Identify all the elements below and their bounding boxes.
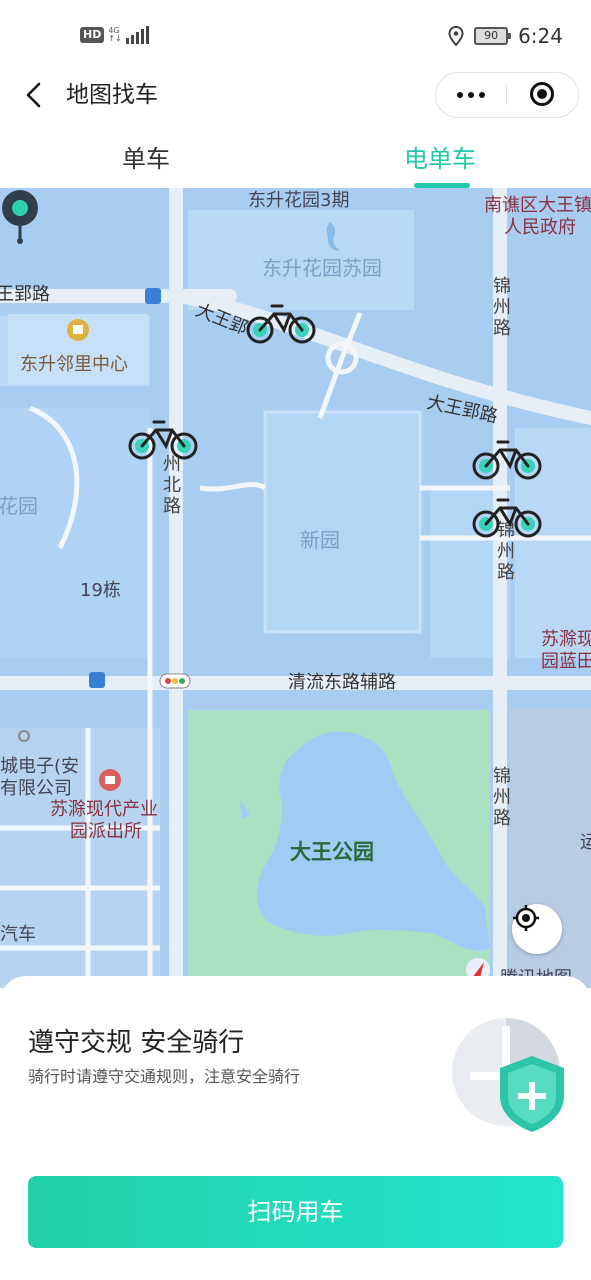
navigation-bar: 地图找车 xyxy=(0,72,591,120)
crosshair-icon xyxy=(513,905,539,931)
map-label-police-line1: 苏滁现代产业 xyxy=(50,799,158,820)
map-label-edge: 运 xyxy=(580,832,591,853)
page-title: 地图找车 xyxy=(66,82,158,108)
map-label-dongsheng-suyuan: 东升花园苏园 xyxy=(262,256,382,280)
bike-marker-icon[interactable] xyxy=(470,436,546,482)
map-label-small-park: 新园 xyxy=(300,528,340,552)
network-type: 4G ↑↓ xyxy=(108,26,122,43)
map-label-jinzhou-1: 锦州路 xyxy=(493,276,511,339)
network-status: HD 4G ↑↓ xyxy=(80,26,149,44)
status-bar: HD 4G ↑↓ 90 6:24 xyxy=(0,0,591,72)
tab-bike[interactable]: 单车 xyxy=(122,142,170,176)
tab-ebike[interactable]: 电单车 xyxy=(404,142,476,176)
mini-program-capsule xyxy=(435,72,579,118)
map-label-dawang-park: 大王公园 xyxy=(290,840,374,864)
map-label-building-19: 19栋 xyxy=(80,580,121,601)
map-label-jinzhou-north: 州北路 xyxy=(163,454,181,517)
location-icon xyxy=(448,26,464,46)
map-view[interactable]: 东升花园3期 东升花园苏园 南谯区大王镇 人民政府 王郢路 大王郢 大王郢路 东… xyxy=(0,188,591,988)
map-label-neighborhood-center: 东升邻里中心 xyxy=(20,354,128,375)
map-label-wangying-road: 王郢路 xyxy=(0,284,50,305)
hd-badge: HD xyxy=(80,27,105,43)
bike-marker-icon[interactable] xyxy=(126,416,202,462)
signal-icon xyxy=(125,26,149,44)
close-mini-program-icon[interactable] xyxy=(530,82,554,106)
safety-title: 遵守交规 安全骑行 xyxy=(28,1028,245,1058)
map-label-company-line2: 有限公司 xyxy=(0,778,72,799)
map-label-police-line2: 园派出所 xyxy=(70,821,142,842)
map-label-suchu-modern-2: 园蓝田 xyxy=(541,651,591,672)
safety-subtitle: 骑行时请遵守交通规则，注意安全骑行 xyxy=(28,1067,301,1086)
map-label-jinzhou-3: 锦州路 xyxy=(493,766,511,829)
back-arrow-icon[interactable] xyxy=(20,80,50,110)
locate-me-button[interactable] xyxy=(512,904,562,954)
map-label-suchu-modern: 苏滁现代 xyxy=(541,629,591,650)
battery-icon: 90 xyxy=(474,27,512,45)
map-label-qingliu-road: 清流东路辅路 xyxy=(288,672,396,693)
info-sheet: 遵守交规 安全骑行 骑行时请遵守交通规则，注意安全骑行 扫码用车 xyxy=(0,976,591,1280)
map-label-garden: 花园 xyxy=(0,494,38,518)
map-label-dongsheng-phase3: 东升花园3期 xyxy=(248,190,350,211)
more-options-icon[interactable] xyxy=(436,73,506,117)
location-pin-icon xyxy=(2,190,38,244)
map-label-gov-line2: 人民政府 xyxy=(504,217,576,238)
scan-to-ride-button[interactable]: 扫码用车 xyxy=(28,1176,563,1248)
safety-shield-icon xyxy=(452,1018,564,1132)
bike-marker-icon[interactable] xyxy=(470,494,546,540)
bike-marker-icon[interactable] xyxy=(244,300,320,346)
capsule-divider xyxy=(506,85,507,105)
map-label-auto: 汽车 xyxy=(0,924,36,945)
clock: 6:24 xyxy=(518,24,563,48)
map-label-gov-line1: 南谯区大王镇 xyxy=(484,195,591,216)
vehicle-tabs: 单车 电单车 xyxy=(0,130,591,188)
